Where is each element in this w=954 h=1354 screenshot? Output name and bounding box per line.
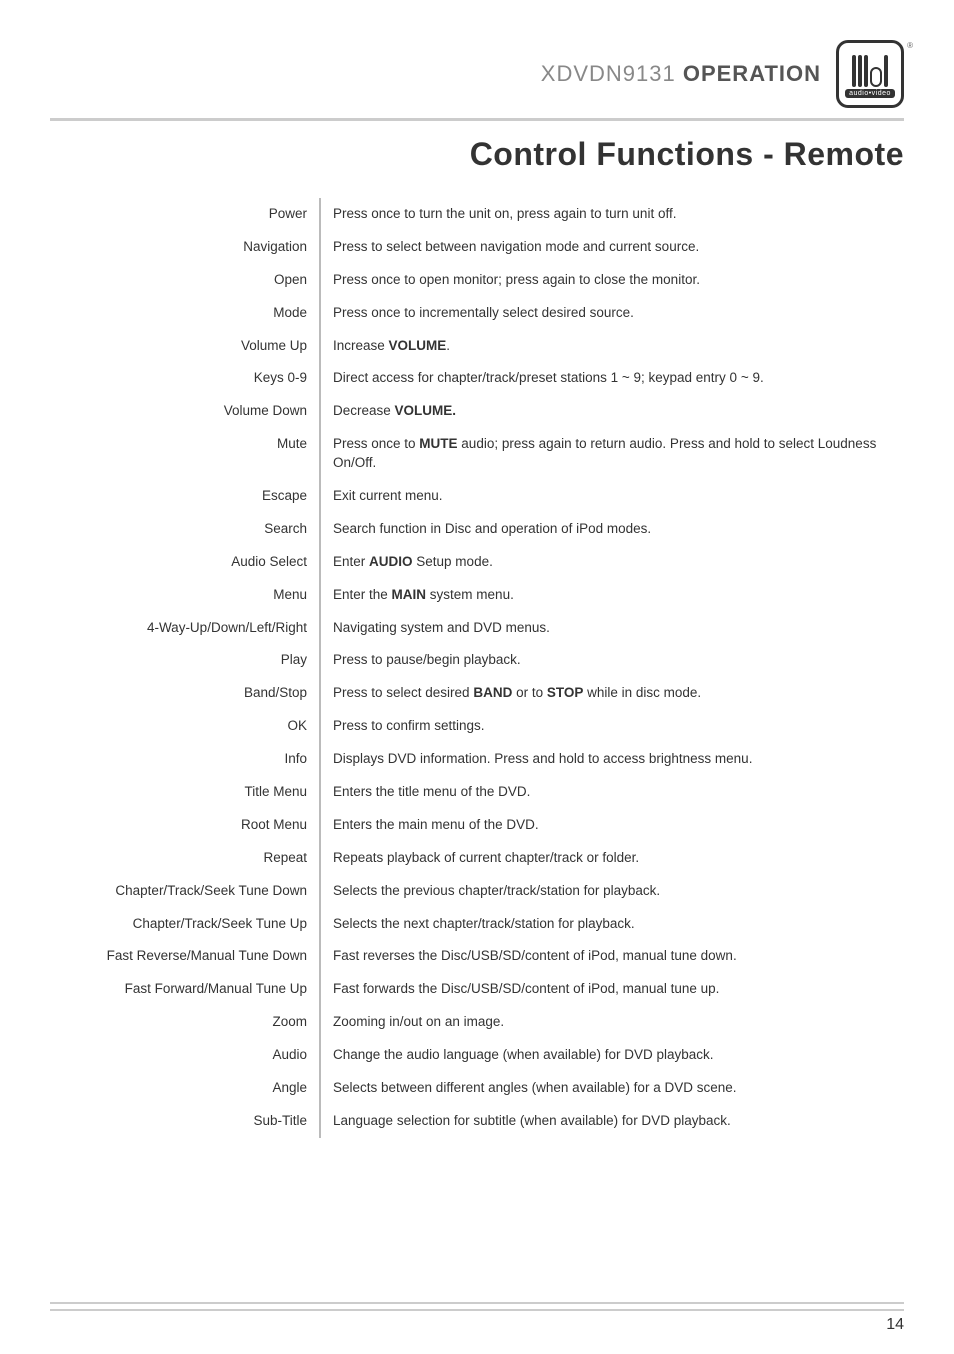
table-row: MenuEnter the MAIN system menu. (30, 579, 904, 612)
brand-logo: ® audio•video (836, 40, 904, 108)
table-row: InfoDisplays DVD information. Press and … (30, 743, 904, 776)
function-description: Enters the title menu of the DVD. (320, 776, 904, 809)
function-label: Audio (30, 1039, 320, 1072)
function-label: OK (30, 710, 320, 743)
table-row: EscapeExit current menu. (30, 480, 904, 513)
function-description: Increase VOLUME. (320, 330, 904, 363)
operation-label: OPERATION (683, 61, 821, 86)
function-label: Keys 0-9 (30, 362, 320, 395)
table-row: PlayPress to pause/begin playback. (30, 644, 904, 677)
function-description: Navigating system and DVD menus. (320, 612, 904, 645)
function-label: Zoom (30, 1006, 320, 1039)
function-description: Exit current menu. (320, 480, 904, 513)
registered-mark: ® (907, 41, 913, 50)
function-label: Mode (30, 297, 320, 330)
table-row: Chapter/Track/Seek Tune DownSelects the … (30, 875, 904, 908)
function-description: Repeats playback of current chapter/trac… (320, 842, 904, 875)
function-label: Title Menu (30, 776, 320, 809)
functions-table-wrap: PowerPress once to turn the unit on, pre… (0, 198, 954, 1138)
function-label: Fast Reverse/Manual Tune Down (30, 940, 320, 973)
function-description: Enter the MAIN system menu. (320, 579, 904, 612)
table-row: Volume UpIncrease VOLUME. (30, 330, 904, 363)
footer-divider (50, 1302, 904, 1304)
function-description: Zooming in/out on an image. (320, 1006, 904, 1039)
table-row: PowerPress once to turn the unit on, pre… (30, 198, 904, 231)
function-description: Search function in Disc and operation of… (320, 513, 904, 546)
model-label: XDVDN9131 (541, 61, 676, 86)
function-description: Decrease VOLUME. (320, 395, 904, 428)
table-row: Band/StopPress to select desired BAND or… (30, 677, 904, 710)
header-text: XDVDN9131 OPERATION (541, 61, 821, 87)
function-description: Press to pause/begin playback. (320, 644, 904, 677)
table-row: Fast Reverse/Manual Tune DownFast revers… (30, 940, 904, 973)
function-label: Power (30, 198, 320, 231)
function-label: Root Menu (30, 809, 320, 842)
function-label: Play (30, 644, 320, 677)
table-row: NavigationPress to select between naviga… (30, 231, 904, 264)
function-description: Fast forwards the Disc/USB/SD/content of… (320, 973, 904, 1006)
function-label: Fast Forward/Manual Tune Up (30, 973, 320, 1006)
function-label: Navigation (30, 231, 320, 264)
table-row: Sub-TitleLanguage selection for subtitle… (30, 1105, 904, 1138)
function-description: Enter AUDIO Setup mode. (320, 546, 904, 579)
table-row: RepeatRepeats playback of current chapte… (30, 842, 904, 875)
function-description: Press to select desired BAND or to STOP … (320, 677, 904, 710)
table-row: Keys 0-9Direct access for chapter/track/… (30, 362, 904, 395)
function-label: Mute (30, 428, 320, 480)
table-row: Fast Forward/Manual Tune UpFast forwards… (30, 973, 904, 1006)
table-row: Root MenuEnters the main menu of the DVD… (30, 809, 904, 842)
function-description: Press once to turn the unit on, press ag… (320, 198, 904, 231)
function-description: Press once to incrementally select desir… (320, 297, 904, 330)
function-description: Press once to open monitor; press again … (320, 264, 904, 297)
table-row: MutePress once to MUTE audio; press agai… (30, 428, 904, 480)
function-label: Volume Down (30, 395, 320, 428)
table-row: OKPress to confirm settings. (30, 710, 904, 743)
functions-table: PowerPress once to turn the unit on, pre… (30, 198, 904, 1138)
function-label: Angle (30, 1072, 320, 1105)
table-row: Audio SelectEnter AUDIO Setup mode. (30, 546, 904, 579)
table-row: 4-Way-Up/Down/Left/RightNavigating syste… (30, 612, 904, 645)
function-label: Open (30, 264, 320, 297)
page-number: 14 (50, 1309, 904, 1334)
page-title: Control Functions - Remote (0, 121, 954, 198)
function-label: Band/Stop (30, 677, 320, 710)
function-description: Fast reverses the Disc/USB/SD/content of… (320, 940, 904, 973)
table-row: AudioChange the audio language (when ava… (30, 1039, 904, 1072)
function-description: Selects between different angles (when a… (320, 1072, 904, 1105)
function-description: Selects the next chapter/track/station f… (320, 908, 904, 941)
function-label: Volume Up (30, 330, 320, 363)
function-label: Repeat (30, 842, 320, 875)
function-description: Press to select between navigation mode … (320, 231, 904, 264)
function-label: Audio Select (30, 546, 320, 579)
table-row: AngleSelects between different angles (w… (30, 1072, 904, 1105)
function-label: Search (30, 513, 320, 546)
logo-bars-icon (852, 51, 888, 87)
table-row: Volume DownDecrease VOLUME. (30, 395, 904, 428)
function-description: Direct access for chapter/track/preset s… (320, 362, 904, 395)
logo-subtext: audio•video (845, 89, 895, 98)
header-row: XDVDN9131 OPERATION ® audio•video (0, 0, 954, 118)
function-description: Displays DVD information. Press and hold… (320, 743, 904, 776)
table-row: SearchSearch function in Disc and operat… (30, 513, 904, 546)
function-label: Chapter/Track/Seek Tune Down (30, 875, 320, 908)
function-label: Menu (30, 579, 320, 612)
table-row: Chapter/Track/Seek Tune UpSelects the ne… (30, 908, 904, 941)
function-label: Chapter/Track/Seek Tune Up (30, 908, 320, 941)
table-row: OpenPress once to open monitor; press ag… (30, 264, 904, 297)
function-label: Escape (30, 480, 320, 513)
function-description: Language selection for subtitle (when av… (320, 1105, 904, 1138)
function-description: Selects the previous chapter/track/stati… (320, 875, 904, 908)
table-row: Title MenuEnters the title menu of the D… (30, 776, 904, 809)
function-description: Change the audio language (when availabl… (320, 1039, 904, 1072)
table-row: ModePress once to incrementally select d… (30, 297, 904, 330)
function-label: Sub-Title (30, 1105, 320, 1138)
function-description: Enters the main menu of the DVD. (320, 809, 904, 842)
function-description: Press once to MUTE audio; press again to… (320, 428, 904, 480)
function-label: 4-Way-Up/Down/Left/Right (30, 612, 320, 645)
function-description: Press to confirm settings. (320, 710, 904, 743)
function-label: Info (30, 743, 320, 776)
table-row: ZoomZooming in/out on an image. (30, 1006, 904, 1039)
